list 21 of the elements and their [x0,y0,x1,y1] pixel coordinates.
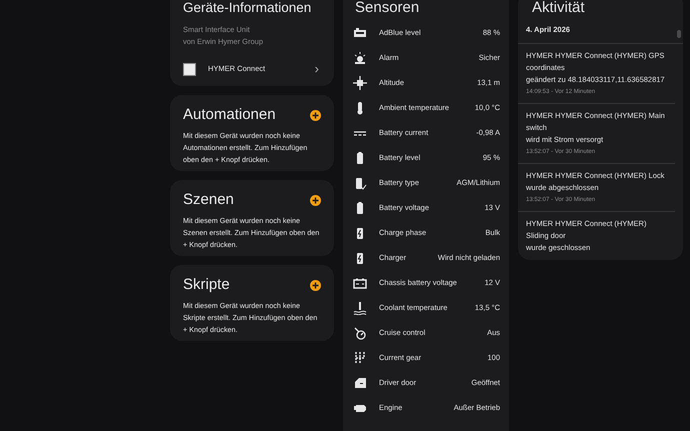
sensor-icon [353,26,367,40]
sensor-icon [353,276,367,290]
device-thumbnail-icon [183,62,196,76]
sensor-icon [353,326,367,340]
card-heading: Skripte [183,275,230,295]
sensor-icon [353,350,367,364]
add-icon[interactable] [310,280,321,290]
sensor-icon [353,176,367,190]
card-heading: Szenen [183,190,234,210]
sensor-icon [353,300,367,314]
sensor-icon [353,76,367,90]
card-heading: Aktivität [531,0,586,18]
sensor-icon [353,376,367,390]
add-icon[interactable] [310,110,321,120]
sensor-icon [353,50,367,64]
card-heading: Geräte-Informationen [183,0,312,17]
scrollbar-thumb[interactable] [677,30,681,38]
chevron-icon: › [314,59,319,79]
add-icon[interactable] [310,194,321,206]
card-heading: Automationen [183,105,276,125]
card-heading: Sensoren [354,0,420,18]
